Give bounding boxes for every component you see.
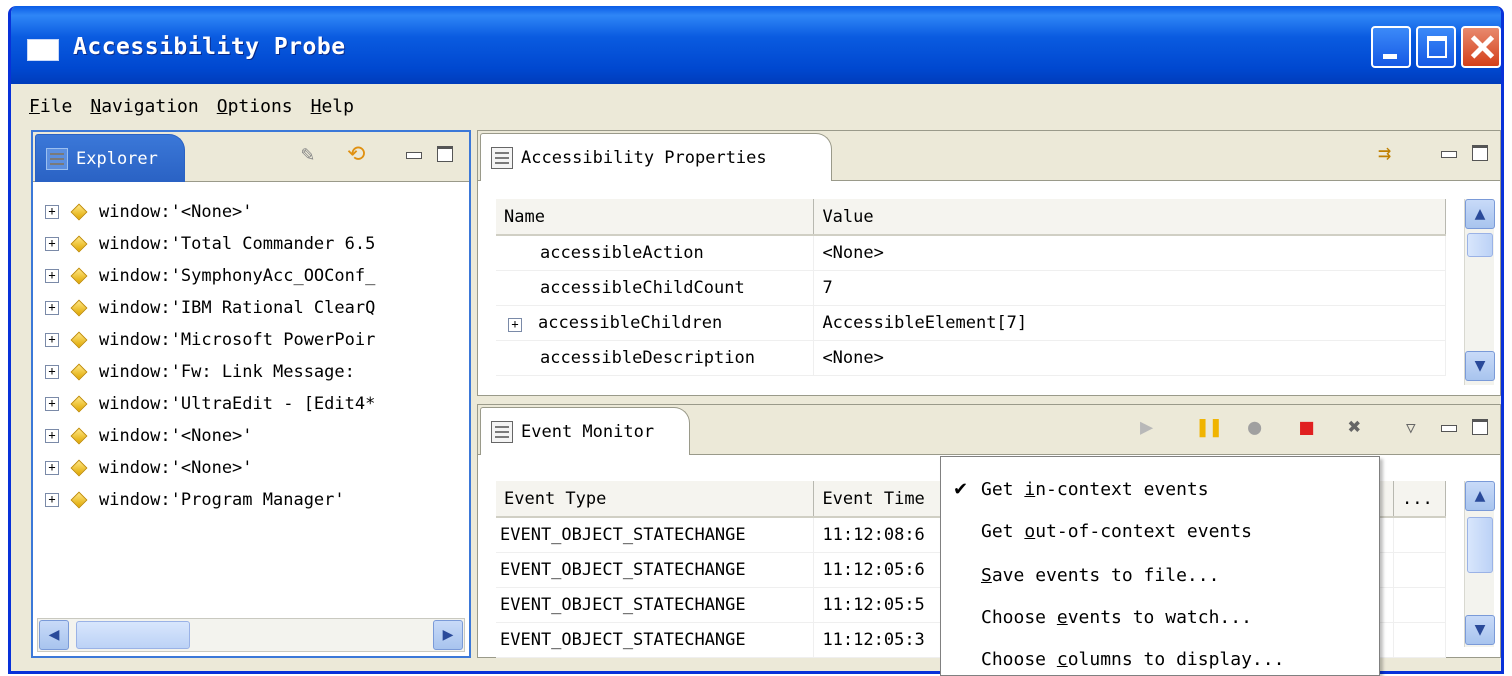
title-bar[interactable]: Accessibility Probe bbox=[11, 6, 1501, 84]
scroll-right-button[interactable]: ▶ bbox=[433, 620, 463, 650]
tree-item[interactable]: + window:'<None>' bbox=[45, 196, 253, 228]
column-header-more[interactable]: ... bbox=[1393, 481, 1446, 518]
events-vscrollbar[interactable]: ▲ ▼ bbox=[1464, 481, 1495, 647]
scroll-up-button[interactable]: ▲ bbox=[1465, 481, 1495, 511]
tree-item[interactable]: + window:'SymphonyAcc_OOConf_ bbox=[45, 260, 375, 292]
window-icon bbox=[70, 459, 88, 477]
scroll-thumb[interactable] bbox=[1467, 517, 1493, 573]
scroll-up-button[interactable]: ▲ bbox=[1465, 199, 1495, 229]
minimize-view-button[interactable] bbox=[1440, 145, 1457, 159]
event-monitor-tabbar: Event Monitor ▶ ❚❚ ● ■ ✖ ▽ bbox=[478, 405, 1500, 455]
menu-item-choose-columns-to-display[interactable]: Choose c olumns to display... bbox=[981, 641, 1284, 676]
explorer-panel: Explorer ✎ ⟲ + window:'<None>' + window:'T… bbox=[31, 130, 471, 658]
explorer-icon bbox=[46, 147, 68, 170]
minimize-view-button[interactable] bbox=[405, 146, 422, 160]
expand-icon[interactable]: + bbox=[45, 205, 59, 219]
menu-item-save-events-to-file[interactable]: Save events to file... bbox=[981, 557, 1219, 593]
filter-icon[interactable]: ⇉ bbox=[1378, 143, 1391, 165]
tree-item[interactable]: + window:'Microsoft PowerPoir bbox=[45, 324, 375, 356]
window-icon bbox=[70, 299, 88, 317]
expand-icon[interactable]: + bbox=[45, 237, 59, 251]
expand-icon[interactable]: + bbox=[45, 397, 59, 411]
maximize-view-button[interactable] bbox=[1472, 145, 1488, 161]
properties-tabbar: Accessibility Properties ⇉ bbox=[478, 131, 1500, 181]
column-header-name[interactable]: Name bbox=[496, 199, 815, 236]
tab-explorer[interactable]: Explorer bbox=[35, 134, 185, 182]
expand-icon[interactable]: + bbox=[45, 461, 59, 475]
table-icon bbox=[491, 146, 513, 169]
maximize-button[interactable] bbox=[1416, 26, 1456, 68]
column-header-event-type[interactable]: Event Type bbox=[496, 481, 815, 518]
properties-table: Name Value accessibleAction <None> acces… bbox=[496, 199, 1446, 376]
menu-navigation[interactable]: Navigation bbox=[88, 94, 200, 119]
window-icon bbox=[70, 267, 88, 285]
tree-item[interactable]: + window:'Program Manager' bbox=[45, 484, 345, 516]
menu-item-get-out-of-context-events[interactable]: Get o ut-of-context events bbox=[981, 513, 1252, 549]
pause-icon[interactable]: ❚❚ bbox=[1196, 417, 1223, 439]
window-icon bbox=[70, 363, 88, 381]
window-icon bbox=[70, 331, 88, 349]
tree-item[interactable]: + window:'IBM Rational ClearQ bbox=[45, 292, 375, 324]
menu-help[interactable]: Help bbox=[309, 94, 356, 119]
window-icon bbox=[70, 491, 88, 509]
menu-bar: File Navigation Options Help bbox=[11, 86, 1501, 126]
expand-icon[interactable]: + bbox=[45, 429, 59, 443]
minimize-button[interactable] bbox=[1371, 26, 1411, 68]
clear-icon[interactable]: ✖ bbox=[1348, 417, 1361, 439]
menu-item-get-in-context-events[interactable]: ✔ Get i n-context events bbox=[953, 471, 1209, 507]
window-icon bbox=[70, 203, 88, 221]
table-row[interactable]: accessibleChildCount 7 bbox=[496, 270, 1446, 306]
expand-icon[interactable]: + bbox=[45, 269, 59, 283]
menu-item-choose-events-to-watch[interactable]: Choose e vents to watch... bbox=[981, 599, 1252, 635]
explorer-tabbar: Explorer ✎ ⟲ bbox=[33, 132, 469, 182]
window-icon bbox=[70, 427, 88, 445]
menu-file[interactable]: File bbox=[27, 94, 74, 119]
stop-icon[interactable]: ■ bbox=[1300, 417, 1313, 439]
properties-table-wrap: Name Value accessibleAction <None> acces… bbox=[496, 199, 1446, 376]
expand-icon[interactable]: + bbox=[508, 317, 522, 332]
tree-item[interactable]: + window:'Fw: Link Message: bbox=[45, 356, 355, 388]
window-icon bbox=[70, 235, 88, 253]
scroll-down-button[interactable]: ▼ bbox=[1465, 351, 1495, 381]
minimize-view-button[interactable] bbox=[1440, 419, 1457, 433]
expand-icon[interactable]: + bbox=[45, 493, 59, 507]
expand-icon[interactable]: + bbox=[45, 301, 59, 315]
table-row[interactable]: accessibleDescription <None> bbox=[496, 340, 1446, 376]
refresh-icon[interactable]: ⟲ bbox=[347, 144, 365, 166]
expand-icon[interactable]: + bbox=[45, 333, 59, 347]
view-menu-icon[interactable]: ▽ bbox=[1406, 417, 1416, 439]
event-monitor-context-menu: ✔ Get i n-context events Get o ut-of-conte… bbox=[940, 456, 1380, 676]
column-header-value[interactable]: Value bbox=[813, 199, 1446, 236]
scroll-thumb[interactable] bbox=[1467, 233, 1493, 257]
record-icon[interactable]: ● bbox=[1248, 417, 1261, 439]
expand-icon[interactable]: + bbox=[45, 365, 59, 379]
tab-accessibility-properties[interactable]: Accessibility Properties bbox=[480, 133, 832, 181]
scroll-thumb[interactable] bbox=[76, 621, 190, 649]
maximize-view-button[interactable] bbox=[437, 146, 453, 162]
monitor-icon bbox=[491, 420, 513, 443]
check-icon: ✔ bbox=[953, 478, 969, 500]
properties-panel: Accessibility Properties ⇉ Name Value ac… bbox=[477, 130, 1501, 396]
scroll-down-button[interactable]: ▼ bbox=[1465, 615, 1495, 645]
table-row[interactable]: + accessibleChildren AccessibleElement[7] bbox=[496, 305, 1446, 341]
properties-vscrollbar[interactable]: ▲ ▼ bbox=[1464, 199, 1495, 385]
table-row[interactable]: accessibleAction <None> bbox=[496, 235, 1446, 271]
menu-options[interactable]: Options bbox=[215, 94, 295, 119]
play-icon[interactable]: ▶ bbox=[1140, 417, 1153, 439]
tree-item[interactable]: + window:'<None>' bbox=[45, 420, 253, 452]
tree-item[interactable]: + window:'Total Commander 6.5 bbox=[45, 228, 375, 260]
close-button[interactable] bbox=[1461, 26, 1501, 68]
tree-item[interactable]: + window:'<None>' bbox=[45, 452, 253, 484]
maximize-icon bbox=[1427, 36, 1447, 58]
tree-item[interactable]: + window:'UltraEdit - [Edit4* bbox=[45, 388, 375, 420]
scroll-left-button[interactable]: ◀ bbox=[39, 620, 69, 650]
tab-event-monitor[interactable]: Event Monitor bbox=[480, 407, 690, 455]
explorer-hscrollbar[interactable]: ◀ ▶ bbox=[37, 618, 465, 652]
window-title: Accessibility Probe bbox=[73, 34, 346, 60]
maximize-view-button[interactable] bbox=[1472, 419, 1488, 435]
minimize-icon bbox=[1383, 54, 1397, 59]
app-icon bbox=[27, 39, 59, 61]
window-icon bbox=[70, 395, 88, 413]
pin-icon[interactable]: ✎ bbox=[301, 144, 314, 166]
